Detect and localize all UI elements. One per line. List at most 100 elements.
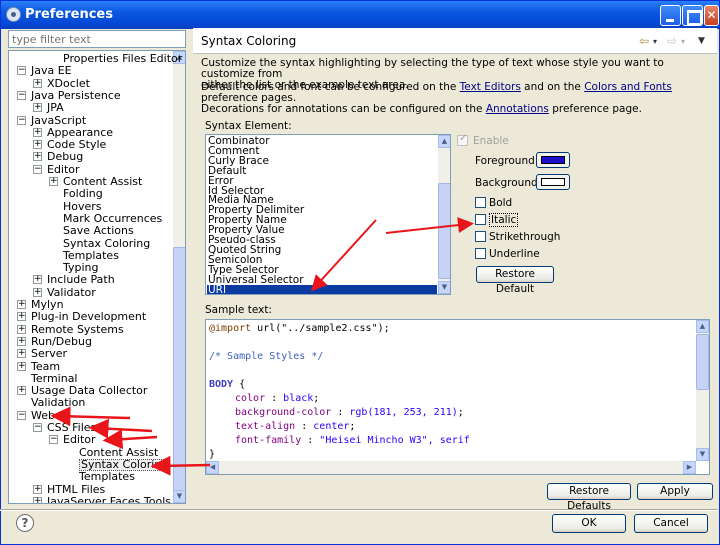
annotations-link[interactable]: Annotations — [486, 103, 549, 115]
tree-item[interactable]: + XDoclet — [9, 77, 173, 90]
expand-icon[interactable]: + — [33, 152, 42, 162]
foreground-color-button[interactable] — [536, 152, 570, 168]
sample-scroll-thumb[interactable] — [696, 334, 709, 390]
text-editors-link[interactable]: Text Editors — [460, 81, 521, 93]
tree-item[interactable]: − Editor — [9, 163, 173, 176]
collapse-icon[interactable]: − — [17, 410, 26, 420]
strikethrough-checkbox[interactable] — [475, 231, 486, 242]
expand-icon[interactable]: + — [17, 336, 26, 346]
tree-item[interactable]: − Java Persistence — [9, 89, 173, 102]
back-arrow-icon[interactable]: ⇦ — [639, 34, 649, 48]
scroll-up-icon[interactable]: ▲ — [438, 135, 450, 148]
minimize-button[interactable] — [660, 5, 681, 26]
tree-item[interactable]: − JavaScript — [9, 114, 173, 127]
tree-item[interactable]: Folding — [9, 188, 173, 200]
tree-item[interactable]: + Appearance — [9, 126, 173, 139]
tree-item[interactable]: Hovers — [9, 200, 173, 213]
tree-item[interactable]: − Editor — [9, 434, 173, 446]
title-bar[interactable]: Preferences ✕ — [1, 1, 719, 29]
tree-item[interactable]: + Include Path — [9, 274, 173, 286]
tree-item[interactable]: − CSS Files — [9, 422, 173, 434]
tree-item[interactable]: − Java EE — [9, 65, 173, 77]
expand-icon[interactable]: + — [33, 484, 42, 494]
expand-icon[interactable]: + — [17, 312, 26, 322]
scroll-down-icon[interactable]: ▼ — [696, 448, 709, 461]
tree-scroll-thumb[interactable] — [173, 247, 185, 495]
close-button[interactable]: ✕ — [704, 5, 719, 26]
collapse-icon[interactable]: − — [33, 164, 42, 174]
tree-item[interactable]: + HTML Files — [9, 483, 173, 496]
syntax-element-list[interactable]: ▲ ▼ Combinator Comment Curly Brace Default E… — [205, 134, 451, 295]
collapse-icon[interactable]: − — [17, 66, 26, 76]
expand-icon[interactable]: + — [17, 361, 26, 371]
tree-item[interactable]: + JPA — [9, 102, 173, 114]
help-icon[interactable]: ? — [16, 514, 34, 532]
preference-tree[interactable]: ▲ ▼ Properties Files Editor − Java EE + XDoc… — [8, 50, 186, 504]
italic-checkbox[interactable] — [475, 214, 486, 225]
background-color-button[interactable] — [536, 174, 570, 190]
scroll-up-icon[interactable]: ▲ — [696, 320, 709, 333]
tree-item[interactable]: Properties Files Editor — [9, 53, 182, 65]
tree-item[interactable]: Syntax Coloring — [9, 458, 173, 471]
restore-defaults-button[interactable]: Restore Defaults — [547, 483, 631, 512]
apply-button[interactable]: Apply — [637, 483, 713, 500]
sample-v-scrollbar[interactable]: ▲ ▼ — [696, 320, 709, 461]
tree-item[interactable]: Typing — [9, 262, 173, 274]
collapse-icon[interactable]: − — [17, 115, 26, 125]
list-scrollbar[interactable]: ▲ ▼ — [438, 135, 450, 294]
restore-default-button[interactable]: Restore Default — [476, 266, 554, 295]
tree-item[interactable]: Save Actions — [9, 225, 173, 237]
list-scroll-thumb[interactable] — [438, 183, 450, 279]
tree-item[interactable]: Templates — [9, 249, 173, 262]
tree-item[interactable]: + Content Assist — [9, 176, 173, 188]
maximize-button[interactable] — [682, 5, 703, 26]
filter-input[interactable] — [8, 30, 186, 48]
tree-scrollbar[interactable]: ▲ ▼ — [173, 51, 185, 503]
tree-item[interactable]: + Remote Systems — [9, 323, 173, 336]
expand-icon[interactable]: + — [33, 275, 42, 285]
tree-item[interactable]: + Run/Debug — [9, 335, 173, 348]
tree-item[interactable]: + Team — [9, 360, 173, 373]
sample-text-area[interactable]: @import url("../sample2.css"); /* Sample… — [205, 319, 710, 475]
back-dropdown-icon[interactable]: ▾ — [653, 37, 657, 46]
expand-icon[interactable]: + — [33, 78, 42, 88]
expand-icon[interactable]: + — [17, 386, 26, 396]
tree-item[interactable]: + Debug — [9, 151, 173, 163]
expand-icon[interactable]: + — [33, 103, 42, 113]
syntax-element-item[interactable]: URI — [207, 284, 437, 294]
scroll-right-icon[interactable]: ▶ — [683, 461, 696, 474]
tree-item[interactable]: + Validator — [9, 286, 173, 299]
tree-item[interactable]: + Usage Data Collector — [9, 385, 173, 397]
tree-item[interactable]: + Server — [9, 348, 173, 360]
forward-dropdown-icon[interactable]: ▾ — [681, 37, 685, 46]
tree-item[interactable]: Content Assist — [9, 446, 173, 459]
expand-icon[interactable]: + — [33, 496, 42, 503]
tree-item[interactable]: Validation — [9, 397, 173, 409]
tree-item[interactable]: + Code Style — [9, 139, 173, 151]
scroll-down-icon[interactable]: ▼ — [173, 490, 185, 503]
scroll-left-icon[interactable]: ◀ — [206, 461, 219, 474]
colors-and-fonts-link[interactable]: Colors and Fonts — [584, 81, 672, 93]
collapse-icon[interactable]: − — [17, 90, 26, 100]
tree-item[interactable]: + Plug-in Development — [9, 311, 173, 323]
tree-item[interactable]: Syntax Coloring — [9, 237, 173, 250]
bold-checkbox[interactable] — [475, 197, 486, 208]
collapse-icon[interactable]: − — [49, 435, 58, 445]
expand-icon[interactable]: + — [33, 140, 42, 150]
tree-item[interactable]: + Mylyn — [9, 299, 173, 311]
scroll-down-icon[interactable]: ▼ — [438, 281, 450, 294]
view-menu-icon[interactable]: ▼ — [698, 36, 705, 46]
collapse-icon[interactable]: − — [33, 423, 42, 432]
expand-icon[interactable]: + — [17, 324, 26, 334]
tree-item[interactable]: − Web — [9, 409, 173, 422]
enable-checkbox[interactable] — [457, 133, 468, 146]
ok-button[interactable]: OK — [552, 514, 626, 533]
tree-item[interactable]: Templates — [9, 471, 173, 483]
expand-icon[interactable]: + — [49, 177, 58, 186]
expand-icon[interactable]: + — [33, 287, 42, 297]
sample-h-scrollbar[interactable]: ◀ ▶ — [206, 461, 696, 474]
expand-icon[interactable]: + — [33, 127, 42, 137]
expand-icon[interactable]: + — [17, 300, 26, 309]
underline-checkbox[interactable] — [475, 248, 486, 259]
forward-arrow-icon[interactable]: ⇨ — [667, 34, 677, 48]
